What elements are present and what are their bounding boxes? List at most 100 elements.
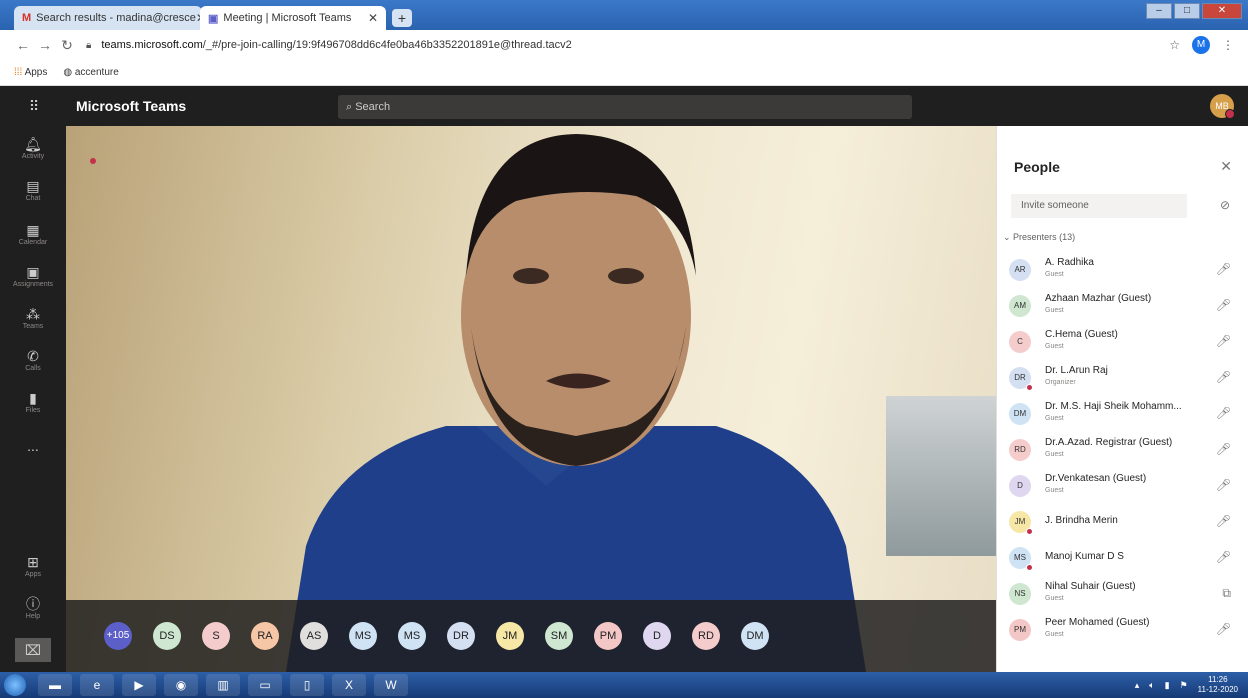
rail-item-help[interactable]: ⓘ Help <box>0 596 66 620</box>
participant-chip[interactable]: MS <box>349 622 377 650</box>
screen-share-icon[interactable]: ⧉ <box>1222 586 1231 601</box>
reload-icon[interactable]: ↻ <box>56 37 78 54</box>
participant-chip[interactable]: MS <box>398 622 426 650</box>
apps-icon: ⊞ <box>27 554 39 570</box>
gmail-icon: M <box>22 12 32 24</box>
participant-chip[interactable]: D <box>643 622 671 650</box>
list-item[interactable]: D Dr.Venkatesan (Guest) Guest 🎤︎ <box>997 468 1248 504</box>
participant-chip[interactable]: PM <box>594 622 622 650</box>
start-button[interactable] <box>0 672 30 698</box>
participant-chip[interactable]: S <box>202 622 230 650</box>
address-bar: ← → ↻ 🔒︎ teams.microsoft.com/_#/pre-join… <box>0 30 1248 60</box>
list-item[interactable]: JM J. Brindha Merin 🎤︎ <box>997 504 1248 540</box>
rail-item-chat[interactable]: ▤ Chat <box>0 178 66 202</box>
rail-label: Activity <box>21 153 45 160</box>
avatar: C <box>1009 331 1031 353</box>
list-item[interactable]: C C.Hema (Guest) Guest 🎤︎ <box>997 324 1248 360</box>
minimize-icon[interactable]: – <box>1146 3 1172 19</box>
participant-chip[interactable]: DR <box>447 622 475 650</box>
participant-chip[interactable]: RD <box>692 622 720 650</box>
tray-arrow-icon[interactable]: ▴ <box>1135 680 1140 691</box>
star-icon[interactable]: ☆ <box>1169 38 1180 52</box>
menu-icon[interactable]: ⋮ <box>1222 38 1234 52</box>
list-item[interactable]: AR A. Radhika Guest 🎤︎ <box>997 252 1248 288</box>
mic-off-icon[interactable]: 🎤︎ <box>1216 514 1231 528</box>
ie-icon[interactable]: e <box>80 674 114 696</box>
maximize-icon[interactable]: □ <box>1174 3 1200 19</box>
participant-chip[interactable]: DM <box>741 622 769 650</box>
user-avatar[interactable]: MB <box>1210 94 1235 119</box>
rail-item-calls[interactable]: ✆ Calls <box>0 348 66 372</box>
participant-chip[interactable]: SM <box>545 622 573 650</box>
media-icon[interactable]: ▶ <box>122 674 156 696</box>
back-icon[interactable]: ← <box>12 37 34 53</box>
person-name: Peer Mohamed (Guest) <box>1045 617 1150 628</box>
person-role: Guest <box>1045 451 1064 458</box>
browser-tab-gmail[interactable]: M Search results - madina@cresce ✕ <box>14 6 202 30</box>
browser-tab-teams[interactable]: ▣ Meeting | Microsoft Teams ✕ <box>200 6 386 30</box>
chrome-icon[interactable]: ◉ <box>164 674 198 696</box>
rail-item-apps[interactable]: ⊞ Apps <box>0 554 66 578</box>
forward-icon[interactable]: → <box>34 37 56 53</box>
participant-chip[interactable]: RA <box>251 622 279 650</box>
mic-off-icon[interactable]: 🎤︎ <box>1216 370 1231 384</box>
section-header-presenters[interactable]: ⌄ Presenters (13) <box>1003 232 1075 243</box>
bookmark-accenture[interactable]: ◍ accenture <box>63 67 118 78</box>
teams-header: ⠿ Microsoft Teams ⌕ Search MB <box>0 86 1248 126</box>
chat-icon: ▤ <box>26 178 40 194</box>
participant-chip[interactable]: JM <box>496 622 524 650</box>
word-icon[interactable]: W <box>374 674 408 696</box>
rail-item-calendar[interactable]: ▦ Calendar <box>0 222 66 246</box>
participant-chip[interactable]: DS <box>153 622 181 650</box>
clock[interactable]: 11:26 11-12-2020 <box>1198 675 1238 695</box>
mic-off-icon[interactable]: 🎤︎ <box>1216 442 1231 456</box>
list-item[interactable]: AM Azhaan Mazhar (Guest) Guest 🎤︎ <box>997 288 1248 324</box>
invite-input[interactable]: Invite someone <box>1011 194 1187 218</box>
video-stage[interactable]: +105 DS S RA AS MS MS DR JM SM PM D RD D… <box>66 126 996 672</box>
document-icon[interactable]: ▯ <box>290 674 324 696</box>
avatar: PM <box>1009 619 1031 641</box>
mic-off-icon[interactable]: 🎤︎ <box>1216 622 1231 636</box>
excel-icon[interactable]: X <box>332 674 366 696</box>
mic-off-icon[interactable]: 🎤︎ <box>1216 298 1231 312</box>
mic-off-icon[interactable]: 🎤︎ <box>1216 550 1231 564</box>
close-window-icon[interactable]: ✕ <box>1202 3 1242 19</box>
new-tab-button[interactable]: + <box>392 9 412 27</box>
participant-chip[interactable]: AS <box>300 622 328 650</box>
list-item[interactable]: PM Peer Mohamed (Guest) Guest 🎤︎ <box>997 612 1248 648</box>
volume-icon[interactable]: 🔈︎ <box>1149 680 1154 691</box>
rail-item-assignments[interactable]: ▣ Assignments <box>0 264 66 288</box>
more-participants-chip[interactable]: +105 <box>104 622 132 650</box>
explorer-icon[interactable]: ▬ <box>38 674 72 696</box>
rail-item-more[interactable]: ... <box>0 438 66 454</box>
share-link-icon[interactable]: ⊘ <box>1220 198 1230 212</box>
avatar-initials: AM <box>1014 301 1026 310</box>
device-icon[interactable]: ⌧ <box>0 638 66 662</box>
app-icon[interactable]: ▥ <box>206 674 240 696</box>
window-icon[interactable]: ▭ <box>248 674 282 696</box>
close-tab-icon[interactable]: ✕ <box>368 11 378 25</box>
search-input[interactable]: ⌕ Search <box>338 95 912 119</box>
url-field[interactable]: teams.microsoft.com/_#/pre-join-calling/… <box>101 39 571 51</box>
list-item[interactable]: RD Dr.A.Azad. Registrar (Guest) Guest 🎤︎ <box>997 432 1248 468</box>
mic-off-icon[interactable]: 🎤︎ <box>1216 334 1231 348</box>
bell-icon: 🔔︎ <box>24 136 42 152</box>
assignments-icon: ▣ <box>26 264 40 280</box>
list-item[interactable]: NS Nihal Suhair (Guest) Guest ⧉ <box>997 576 1248 612</box>
rail-item-teams[interactable]: ⁂ Teams <box>0 306 66 330</box>
mic-off-icon[interactable]: 🎤︎ <box>1216 478 1231 492</box>
bookmark-apps[interactable]: ⁞⁞⁞ Apps <box>14 67 47 78</box>
profile-avatar[interactable]: M <box>1192 36 1210 54</box>
app-launcher-icon[interactable]: ⠿ <box>0 98 68 115</box>
mic-off-icon[interactable]: 🎤︎ <box>1216 262 1231 276</box>
mic-off-icon[interactable]: 🎤︎ <box>1216 406 1231 420</box>
list-item[interactable]: DR Dr. L.Arun Raj Organizer 🎤︎ <box>997 360 1248 396</box>
rail-item-activity[interactable]: 🔔︎ Activity <box>0 136 66 160</box>
windows-logo-icon <box>4 674 26 696</box>
network-icon[interactable]: ▮ <box>1165 680 1170 691</box>
close-icon[interactable]: ✕ <box>1220 158 1232 175</box>
list-item[interactable]: DM Dr. M.S. Haji Sheik Mohamm... Guest 🎤︎ <box>997 396 1248 432</box>
flag-icon[interactable]: ⚑ <box>1180 680 1188 691</box>
list-item[interactable]: MS Manoj Kumar D S 🎤︎ <box>997 540 1248 576</box>
rail-item-files[interactable]: ▮ Files <box>0 390 66 414</box>
